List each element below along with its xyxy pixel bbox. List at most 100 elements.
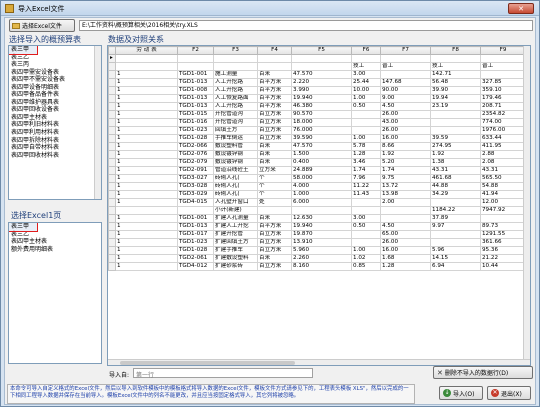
table-cell[interactable]: 1: [115, 126, 178, 135]
column-header[interactable]: F6: [351, 46, 381, 55]
table-cell[interactable]: 百立方米: [257, 134, 292, 143]
table-cell[interactable]: [480, 54, 526, 63]
budget-list-item[interactable]: 表四甲回收设备表: [9, 106, 101, 114]
table-cell[interactable]: [351, 118, 381, 127]
table-cell[interactable]: 11.43: [351, 190, 381, 199]
table-cell[interactable]: 565.50: [480, 174, 526, 183]
table-cell[interactable]: 18.000: [291, 118, 352, 127]
table-cell[interactable]: 359.10: [480, 86, 526, 95]
table-cell[interactable]: 56.48: [430, 78, 481, 87]
table-row[interactable]: 1 TGD1-016 开挖管道沟 百立方米 18.000 43.00 774.00: [108, 118, 526, 127]
table-cell[interactable]: 扩建开挖管: [213, 230, 258, 239]
sheet-list-item[interactable]: 表四甲主材表: [9, 238, 101, 246]
table-cell[interactable]: 1.02: [351, 254, 381, 263]
table-cell[interactable]: 5.96: [430, 246, 481, 255]
table-cell[interactable]: 1: [115, 166, 178, 175]
table-cell[interactable]: 开挖管道沟: [213, 118, 258, 127]
import-button[interactable]: ↓ 导入(O): [439, 386, 483, 400]
table-cell[interactable]: 1: [115, 214, 178, 223]
table-cell[interactable]: [430, 126, 481, 135]
table-cell[interactable]: TGD2-079: [177, 158, 214, 167]
column-header[interactable]: 劳 动 表: [115, 46, 178, 55]
table-cell[interactable]: TGD1-001: [177, 70, 214, 79]
column-header[interactable]: F9: [480, 46, 526, 55]
table-cell[interactable]: 411.95: [480, 142, 526, 151]
budget-list-item[interactable]: 表三乙: [9, 54, 101, 62]
table-cell[interactable]: 个: [257, 190, 292, 199]
table-cell[interactable]: 1.38: [430, 158, 481, 167]
table-row[interactable]: 1 TGD1-023 回填土方 百立方米 76.000 26.00 1976.00: [108, 126, 526, 135]
row-header[interactable]: [108, 158, 116, 167]
table-cell[interactable]: [213, 54, 258, 63]
table-row[interactable]: 1 TGD2-061 扩建敷设塑料 百米 2.260 1.02 1.68 14.15 21.22: [108, 254, 526, 263]
table-cell[interactable]: [177, 54, 214, 63]
row-header[interactable]: [108, 110, 116, 119]
table-cell[interactable]: 208.71: [480, 102, 526, 111]
row-header[interactable]: [108, 198, 116, 207]
table-cell[interactable]: 1: [115, 198, 178, 207]
table-cell[interactable]: 8.160: [291, 262, 352, 271]
table-cell[interactable]: 8.66: [380, 142, 431, 151]
budget-list-item[interactable]: 表四甲自带材料表: [9, 144, 101, 152]
table-cell[interactable]: 361.66: [480, 238, 526, 247]
budget-list-item[interactable]: 表四甲不需安设备表: [9, 76, 101, 84]
row-header[interactable]: [108, 102, 116, 111]
budget-list-item[interactable]: 表四甲利用材料表: [9, 129, 101, 137]
table-cell[interactable]: 21.22: [480, 254, 526, 263]
table-cell[interactable]: 2.220: [291, 78, 352, 87]
table-cell[interactable]: 46.380: [291, 102, 352, 111]
table-cell[interactable]: 142.71: [430, 70, 481, 79]
table-cell[interactable]: [257, 54, 292, 63]
budget-list-item[interactable]: 表四甲回收材料表: [9, 152, 101, 160]
table-cell[interactable]: 0.400: [291, 158, 352, 167]
table-cell[interactable]: [351, 238, 381, 247]
table-cell[interactable]: TGD1-028: [177, 134, 214, 143]
column-header[interactable]: F7: [380, 46, 431, 55]
table-cell[interactable]: 个: [257, 174, 292, 183]
table-cell[interactable]: 1.000: [291, 190, 352, 199]
table-cell[interactable]: 1: [115, 150, 178, 159]
table-cell[interactable]: 1.28: [380, 262, 431, 271]
table-cell[interactable]: 65.00: [380, 230, 431, 239]
table-cell[interactable]: 1.68: [380, 254, 431, 263]
table-cell[interactable]: 3.990: [291, 86, 352, 95]
table-cell[interactable]: 百立方米: [257, 118, 292, 127]
table-cell[interactable]: 1976.00: [480, 126, 526, 135]
table-cell[interactable]: 13.72: [380, 182, 431, 191]
table-cell[interactable]: [480, 214, 526, 223]
table-cell[interactable]: 19.94: [430, 94, 481, 103]
table-cell[interactable]: 147.68: [380, 78, 431, 87]
row-header[interactable]: [108, 174, 116, 183]
table-cell[interactable]: TGD1-023: [177, 238, 214, 247]
table-cell[interactable]: TGD2-061: [177, 254, 214, 263]
table-cell[interactable]: 扩建人工开挖: [213, 222, 258, 231]
table-cell[interactable]: 1: [115, 134, 178, 143]
table-cell[interactable]: [257, 206, 292, 215]
table-cell[interactable]: 扩建手推车: [213, 246, 258, 255]
table-row[interactable]: 1 TGD1-013 扩建人工开挖 百平方米 19.940 0.50 4.50 9.97 89.…: [108, 222, 526, 231]
table-cell[interactable]: 19.940: [291, 222, 352, 231]
row-header[interactable]: [108, 126, 116, 135]
table-cell[interactable]: 百平方米: [257, 222, 292, 231]
table-cell[interactable]: 12.630: [291, 214, 352, 223]
table-cell[interactable]: 普工: [480, 62, 526, 71]
table-cell[interactable]: 19.870: [291, 230, 352, 239]
table-cell[interactable]: [351, 110, 381, 119]
table-row[interactable]: 1 TGD4-015 人孔壁开窗口处 6.000 2.00 12.00: [108, 198, 526, 207]
table-row[interactable]: 1 TGD1-017 扩建开挖管 百立方米 19.870 65.00 1291.55: [108, 230, 526, 239]
table-row[interactable]: 技工 普工 技工 普工: [108, 62, 526, 71]
table-cell[interactable]: 13.98: [380, 190, 431, 199]
table-cell[interactable]: [430, 110, 481, 119]
table-cell[interactable]: TGD1-013: [177, 102, 214, 111]
table-cell[interactable]: 开挖管道沟: [213, 110, 258, 119]
table-cell[interactable]: 敷设镀锌钢: [213, 150, 258, 159]
table-cell[interactable]: 11.22: [351, 182, 381, 191]
row-header[interactable]: [108, 70, 116, 79]
row-header[interactable]: [108, 94, 116, 103]
table-cell[interactable]: [480, 70, 526, 79]
table-cell[interactable]: 4.50: [380, 102, 431, 111]
table-cell[interactable]: 1291.55: [480, 230, 526, 239]
table-cell[interactable]: 2.08: [480, 158, 526, 167]
table-cell[interactable]: 26.00: [380, 110, 431, 119]
table-cell[interactable]: TGD1-013: [177, 94, 214, 103]
